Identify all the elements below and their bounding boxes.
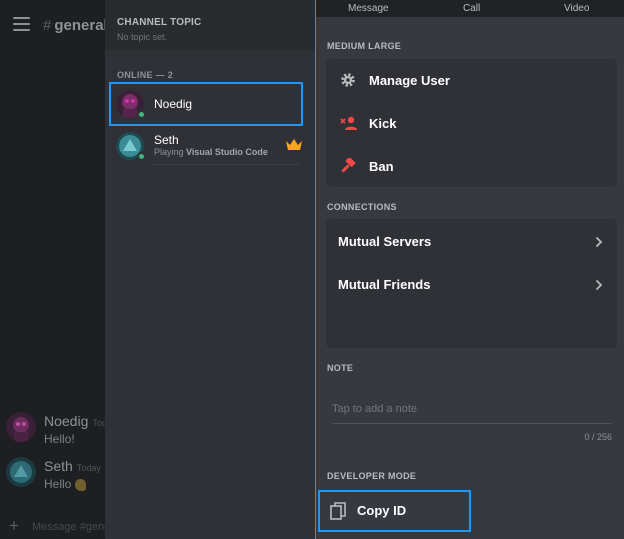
channel-hash: # <box>43 17 52 34</box>
menu-icon[interactable] <box>13 17 30 31</box>
mutual-friends-label: Mutual Friends <box>338 277 431 292</box>
connections-card: Mutual Servers Mutual Friends <box>326 219 617 348</box>
channel-topic-header: CHANNEL TOPIC <box>117 17 202 28</box>
ban-label: Ban <box>369 159 394 174</box>
member-activity: Playing Visual Studio Code <box>154 147 268 157</box>
manage-user-button[interactable]: Manage User <box>326 60 617 100</box>
message-timestamp: Today <box>76 463 101 473</box>
call-action[interactable]: Call <box>463 3 480 14</box>
copy-id-button[interactable]: Copy ID <box>318 490 471 532</box>
note-input[interactable]: Tap to add a note <box>332 394 612 424</box>
avatar[interactable] <box>6 412 36 442</box>
message-text: Hello! <box>44 432 75 446</box>
waving-hand-icon <box>74 478 86 491</box>
manage-user-label: Manage User <box>369 73 450 88</box>
mutual-servers-label: Mutual Servers <box>338 234 432 249</box>
gear-icon <box>340 72 356 88</box>
chevron-right-icon <box>595 235 603 248</box>
video-action[interactable]: Video <box>564 3 589 14</box>
connections-section-header: CONNECTIONS <box>327 202 397 212</box>
mutual-servers-item[interactable]: Mutual Servers <box>326 221 617 261</box>
avatar[interactable] <box>6 457 36 487</box>
moderation-card: Manage User Kick Ban <box>326 59 617 187</box>
online-status-icon <box>137 152 146 161</box>
member-name: Seth <box>154 133 179 147</box>
kick-button[interactable]: Kick <box>326 103 617 143</box>
member-list-panel: CHANNEL TOPIC No topic set. ONLINE — 2 N… <box>105 0 315 539</box>
note-char-count: 0 / 256 <box>584 432 612 442</box>
channel-title: # general <box>43 17 105 34</box>
profile-actions-bar: Message Call Video <box>316 0 624 17</box>
message-text: Hello <box>44 477 86 491</box>
add-attachment-icon[interactable]: + <box>9 516 19 536</box>
channel-topic: CHANNEL TOPIC No topic set. <box>105 0 315 50</box>
chat-panel: # general Noedig Tod Hello! Seth Today Hell… <box>0 0 105 539</box>
member-item-seth[interactable]: Seth Playing Visual Studio Code <box>110 125 302 167</box>
ban-hammer-icon <box>340 157 356 174</box>
chat-message: Seth Today Hello <box>6 457 105 497</box>
online-status-icon <box>137 110 146 119</box>
member-name: Noedig <box>154 97 193 111</box>
chevron-right-icon <box>595 278 603 291</box>
copy-icon <box>330 502 346 520</box>
message-timestamp: Tod <box>92 418 105 428</box>
chat-header: # general <box>0 0 105 50</box>
chat-message: Noedig Tod Hello! <box>6 412 105 452</box>
channel-name: general <box>54 17 105 34</box>
divider <box>152 164 300 165</box>
kick-label: Kick <box>369 116 397 131</box>
user-profile-sheet: Message Call Video MEDIUM LARGE Manage U… <box>315 0 624 539</box>
ban-button[interactable]: Ban <box>326 146 617 186</box>
message-author[interactable]: Seth Today <box>44 458 101 474</box>
role-section-header: MEDIUM LARGE <box>327 41 402 51</box>
mutual-friends-item[interactable]: Mutual Friends <box>326 264 617 304</box>
message-input[interactable]: Message #general <box>32 521 105 533</box>
developer-section-header: DEVELOPER MODE <box>327 471 417 481</box>
online-header: ONLINE — 2 <box>117 70 174 80</box>
message-author[interactable]: Noedig Tod <box>44 413 105 429</box>
member-item-noedig[interactable]: Noedig <box>109 82 303 126</box>
kick-user-icon <box>340 115 357 131</box>
message-composer[interactable]: + Message #general <box>0 512 105 539</box>
message-action[interactable]: Message <box>348 3 389 14</box>
note-section-header: NOTE <box>327 363 354 373</box>
channel-topic-value: No topic set. <box>117 32 168 42</box>
copy-id-label: Copy ID <box>357 503 407 518</box>
crown-icon <box>285 138 303 152</box>
